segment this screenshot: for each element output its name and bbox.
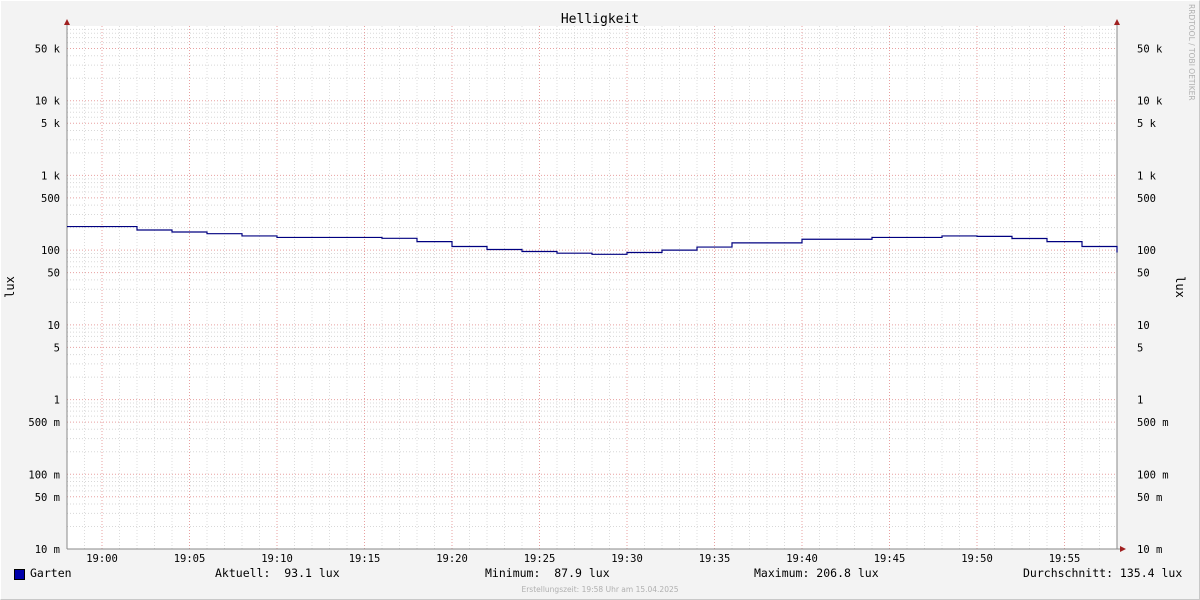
watermark: RRDTOOL / TOBI OETIKER <box>1187 4 1196 101</box>
x-tick-label: 19:05 <box>174 553 206 565</box>
y-tick-label-right: 500 m <box>1137 417 1169 429</box>
y-axis-arrow-right <box>1114 19 1120 25</box>
y-tick-label-left: 500 <box>41 193 60 205</box>
y-tick-label-left: 100 m <box>28 469 60 481</box>
y-tick-label-right: 1 <box>1137 395 1143 407</box>
legend-maximum: Maximum: 206.8 lux <box>754 566 879 580</box>
y-tick-label-left: 50 k <box>35 43 61 55</box>
x-tick-label: 19:45 <box>874 553 906 565</box>
y-tick-label-right: 10 m <box>1137 544 1162 556</box>
y-tick-label-left: 500 m <box>28 417 60 429</box>
y-tick-label-right: 10 k <box>1137 96 1163 108</box>
y-tick-label-left: 50 <box>47 268 60 280</box>
y-axis-arrow-left <box>64 19 70 25</box>
legend-minimum: Minimum: 87.9 lux <box>485 566 610 580</box>
y-tick-label-right: 10 <box>1137 320 1150 332</box>
creation-time: Erstellungszeit: 19:58 Uhr am 15.04.2025 <box>521 585 679 594</box>
y-tick-label-right: 500 <box>1137 193 1156 205</box>
y-tick-label-left: 1 <box>54 395 60 407</box>
y-tick-label-right: 1 k <box>1137 170 1157 182</box>
x-tick-label: 19:40 <box>786 553 818 565</box>
y-tick-label-right: 5 <box>1137 342 1143 354</box>
y-tick-label-left: 100 <box>41 245 60 257</box>
y-tick-label-left: 50 m <box>35 492 60 504</box>
y-tick-label-right: 100 m <box>1137 469 1169 481</box>
legend-average: Durchschnitt: 135.4 lux <box>1023 566 1183 580</box>
y-tick-label-left: 1 k <box>41 170 61 182</box>
chart-area: 50 k 50 k 10 k 10 k 5 k 5 k 1 k 1 k 500 500 100 100… <box>3 12 1187 565</box>
y-axis-label-left: lux <box>3 276 17 298</box>
x-tick-label: 19:10 <box>261 553 293 565</box>
y-tick-label-left: 10 k <box>35 96 61 108</box>
legend-row: Garten Aktuell: 93.1 lux Minimum: 87.9 l… <box>0 566 1200 584</box>
x-tick-label: 19:00 <box>86 553 118 565</box>
y-tick-label-left: 5 <box>54 342 60 354</box>
y-tick-label-left: 10 m <box>35 544 60 556</box>
x-tick-label: 19:25 <box>524 553 556 565</box>
chart-title: Helligkeit <box>561 12 639 27</box>
legend-series-name: Garten <box>30 566 72 580</box>
x-tick-label: 19:35 <box>699 553 731 565</box>
x-tick-label: 19:20 <box>436 553 468 565</box>
x-axis-arrow <box>1120 546 1126 552</box>
x-tick-label: 19:15 <box>349 553 381 565</box>
y-axis-label-right: lux <box>1173 276 1187 298</box>
x-tick-label: 19:50 <box>961 553 993 565</box>
y-tick-label-right: 5 k <box>1137 118 1157 130</box>
y-tick-label-left: 5 k <box>41 118 61 130</box>
y-tick-label-right: 50 <box>1137 268 1150 280</box>
y-tick-label-right: 100 <box>1137 245 1156 257</box>
x-tick-label: 19:30 <box>611 553 643 565</box>
x-tick-label: 19:55 <box>1049 553 1081 565</box>
y-tick-label-right: 50 m <box>1137 492 1162 504</box>
legend-current: Aktuell: 93.1 lux <box>215 566 340 580</box>
legend-swatch-garten <box>14 569 25 580</box>
y-tick-label-right: 50 k <box>1137 43 1163 55</box>
y-tick-label-left: 10 <box>47 320 60 332</box>
